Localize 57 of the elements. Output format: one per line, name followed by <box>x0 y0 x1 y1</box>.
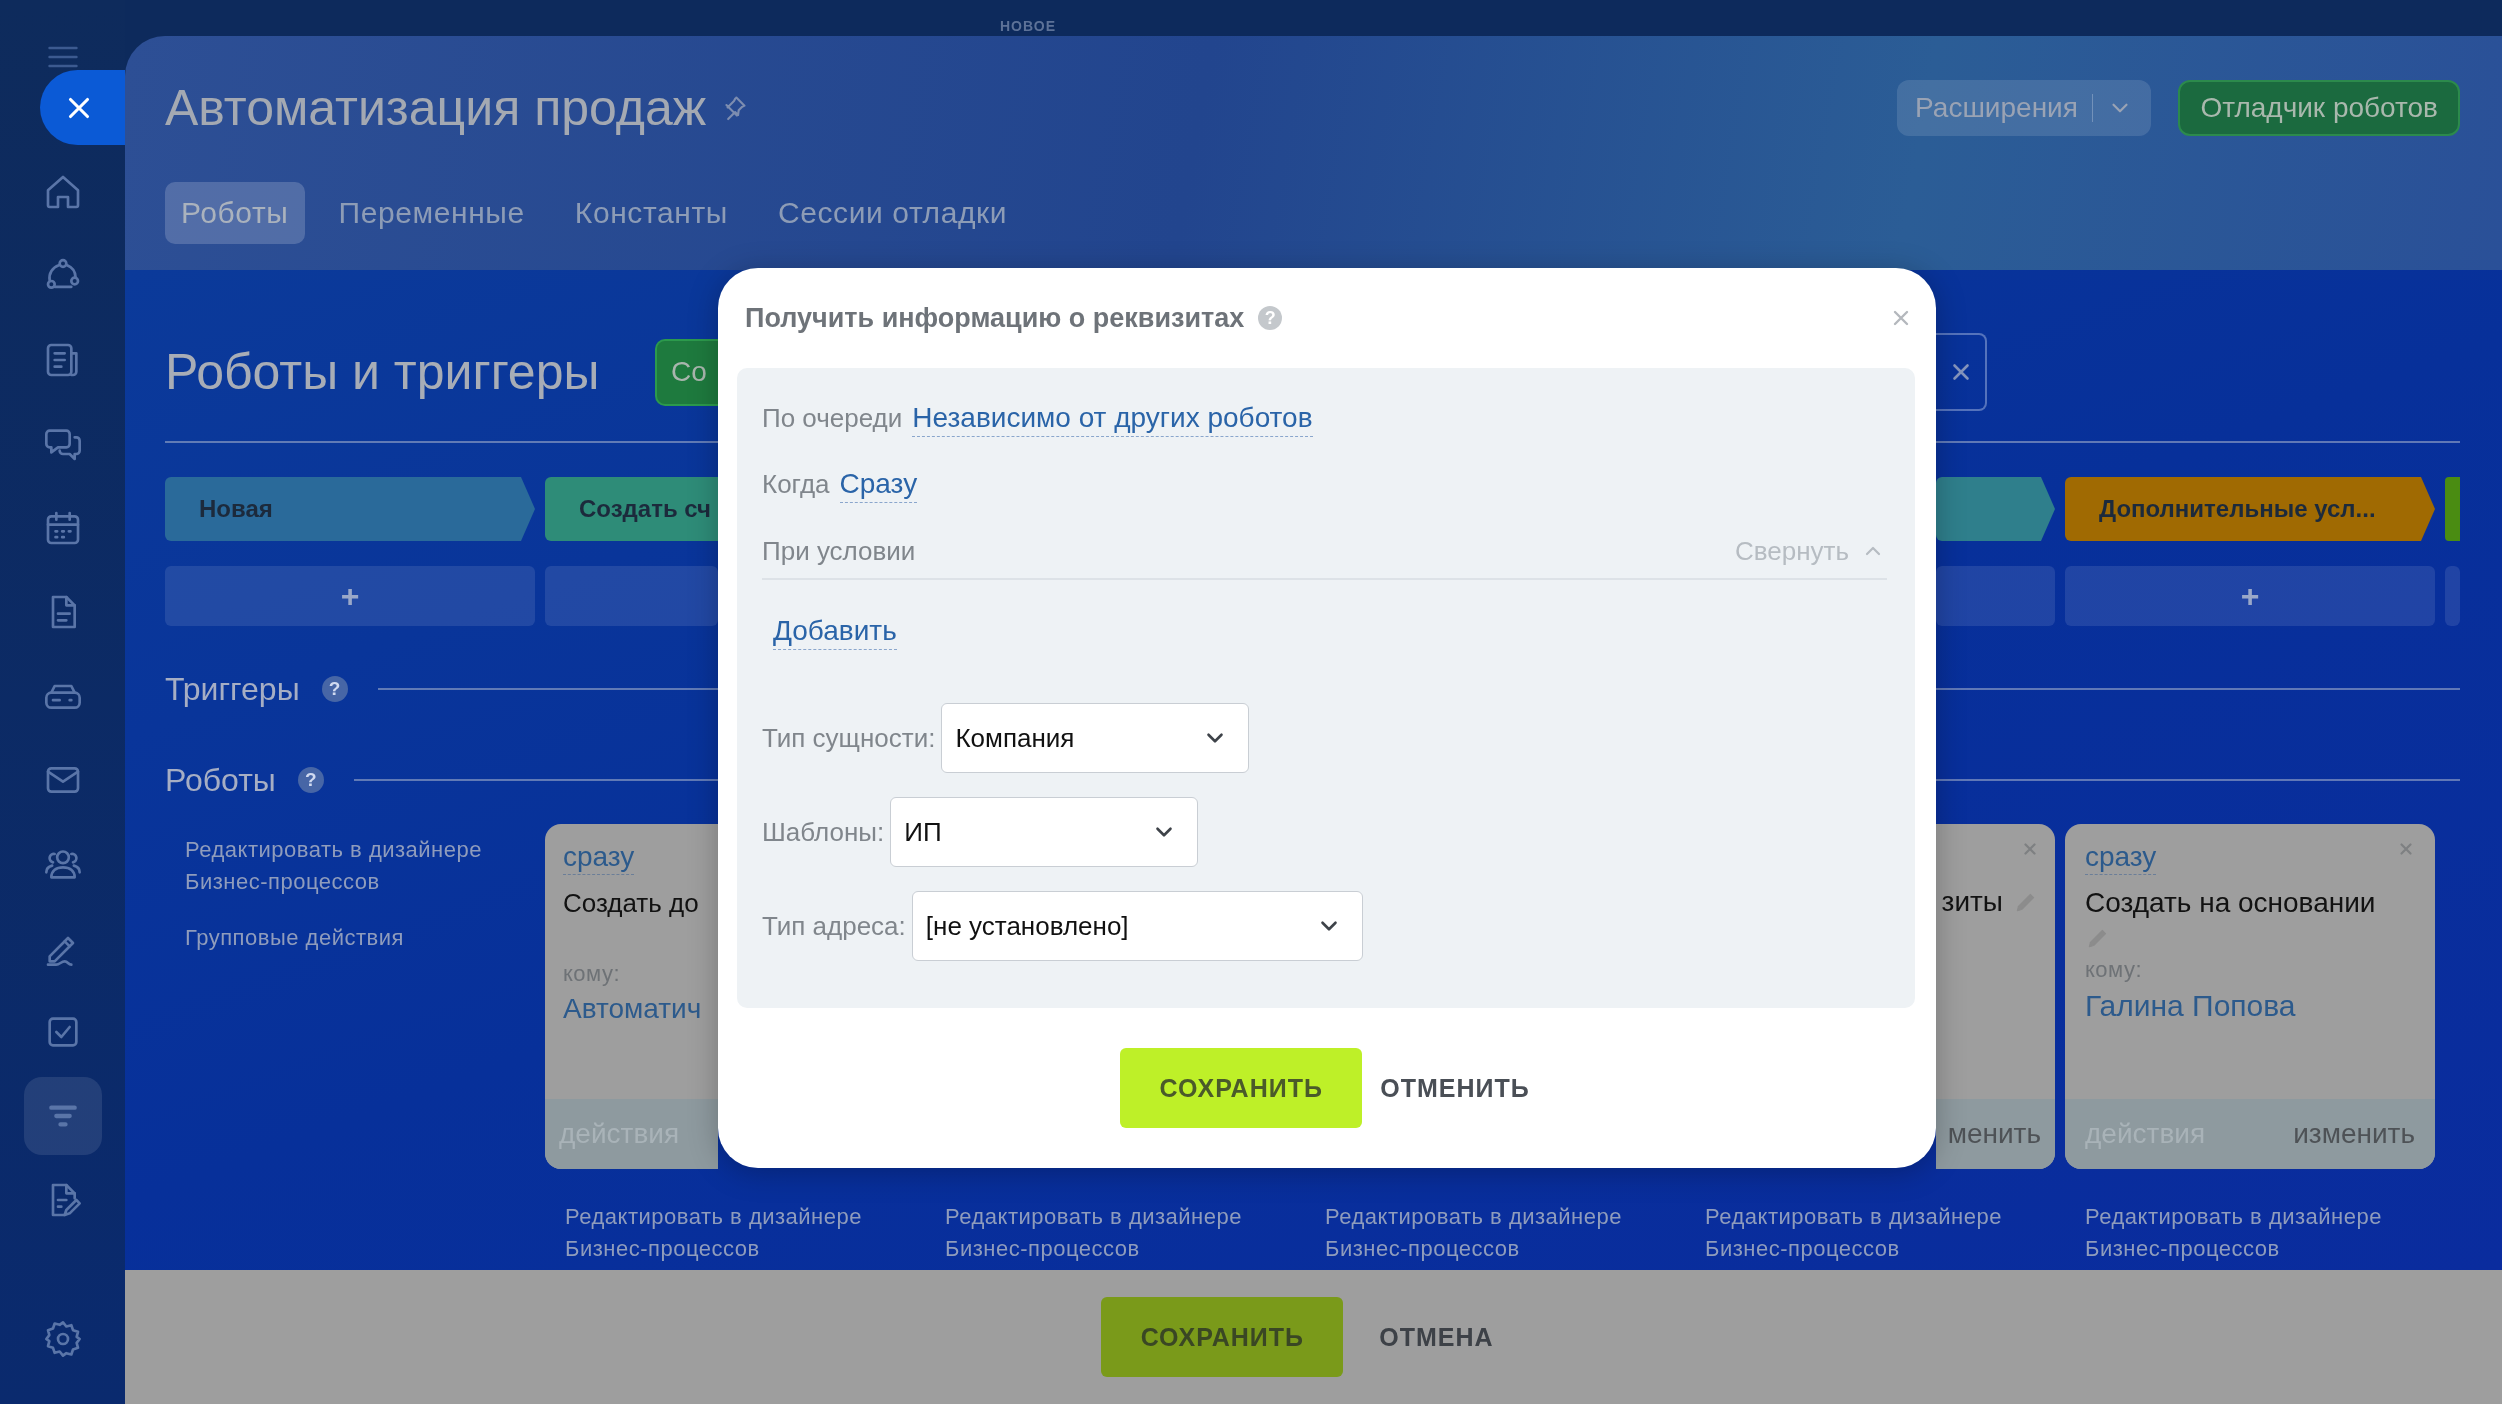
tab[interactable]: Роботы <box>165 182 305 244</box>
assignee-link[interactable]: Галина Попова <box>2085 989 2296 1023</box>
trigger-link[interactable]: сразу <box>563 840 635 875</box>
stage[interactable]: Новая <box>165 477 535 541</box>
cancel-button[interactable]: ОТМЕНИТЬ <box>1378 1048 1532 1128</box>
stage[interactable]: Создать сч <box>545 477 718 541</box>
field-label: По очереди <box>762 402 903 434</box>
designer-link[interactable]: Редактировать в дизайнере Бизнес-процессов <box>185 834 515 898</box>
help-icon[interactable]: ? <box>297 767 324 793</box>
add-link[interactable]: Добавить <box>773 612 897 650</box>
extensions-button[interactable]: Расширения <box>1897 80 2152 136</box>
assignee-link[interactable]: Автоматич <box>563 993 702 1025</box>
designer-link[interactable]: Редактировать в дизайнере Бизнес-процессов <box>1705 1201 2035 1265</box>
add-robot-button[interactable]: + <box>2065 566 2435 626</box>
save-button[interactable]: СОХРАНИТЬ <box>1120 1048 1363 1128</box>
page-title: Автоматизация продаж <box>165 79 707 137</box>
section-title: Роботы и триггеры <box>165 343 601 401</box>
close-icon <box>2021 840 2039 858</box>
designer-link[interactable]: Групповые действия <box>185 922 515 954</box>
field-label: Шаблоны: <box>762 816 885 848</box>
designer-link[interactable]: Редактировать в дизайнере Бизнес-процессов <box>2085 1201 2415 1265</box>
select-field[interactable]: ИП <box>890 797 1199 867</box>
option-link[interactable]: Сразу <box>839 465 918 503</box>
field-label: Когда <box>762 468 830 500</box>
edit-link[interactable]: изменить <box>2293 1118 2415 1150</box>
tab[interactable]: Сессии отладки <box>761 182 1024 244</box>
condition-label: При условии <box>762 535 916 567</box>
select-field[interactable]: Компания <box>941 703 1250 773</box>
settings-icon <box>42 1319 83 1359</box>
sidebar-item[interactable] <box>23 1077 102 1155</box>
cancel-button[interactable]: ОТМЕНА <box>1367 1297 1506 1377</box>
close-icon <box>2397 840 2415 858</box>
field-label: Тип сущности: <box>762 722 936 754</box>
designer-link[interactable]: Редактировать в дизайнере Бизнес-процессов <box>1325 1201 1655 1265</box>
designer-link[interactable]: Редактировать в дизайнере Бизнес-процессов <box>945 1201 1275 1265</box>
select-field[interactable]: [не установлено] <box>911 891 1363 961</box>
trigger-link[interactable]: сразу <box>2085 840 2157 875</box>
robot-title: зиты <box>1941 885 2003 919</box>
new-label: НОВОЕ <box>1000 19 1056 33</box>
stage[interactable]: Дополнительные усл... <box>2065 477 2435 541</box>
section-heading: Роботы <box>165 761 276 799</box>
dialog-title: Получить информацию о реквизитах <box>745 302 1245 334</box>
create-button[interactable]: Со <box>655 338 718 406</box>
tab[interactable]: Константы <box>558 182 744 244</box>
robot-title: Создать до <box>563 887 699 920</box>
stage[interactable] <box>1936 477 2055 541</box>
help-icon[interactable]: ? <box>321 676 348 702</box>
save-button[interactable]: СОХРАНИТЬ <box>1101 1297 1344 1377</box>
tab[interactable]: Переменные <box>322 182 541 244</box>
add-robot-button[interactable]: + <box>165 566 535 626</box>
close-button[interactable] <box>40 70 125 145</box>
designer-link[interactable]: Редактировать в дизайнере Бизнес-процессов <box>565 1201 895 1265</box>
debugger-button[interactable]: Отладчик роботов <box>2178 80 2460 136</box>
option-link[interactable]: Независимо от других роботов <box>912 399 1313 437</box>
field-label: Тип адреса: <box>762 910 906 942</box>
robot-title: Создать на основании <box>2085 886 2376 920</box>
section-heading: Триггеры <box>165 670 300 708</box>
